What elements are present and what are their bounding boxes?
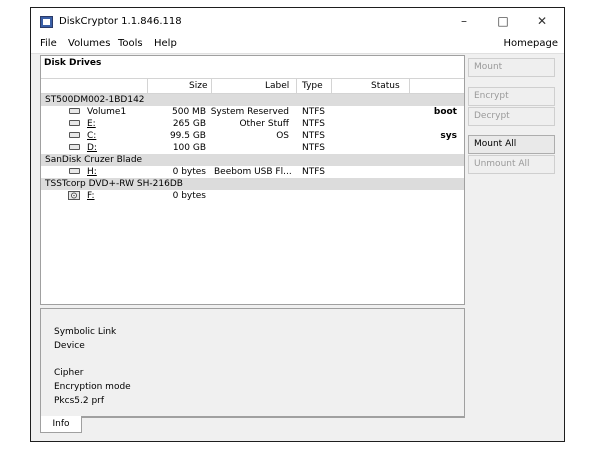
- actions-panel: Mount Encrypt Decrypt Mount All Unmount …: [468, 55, 558, 435]
- volume-status: boot: [433, 107, 457, 117]
- usb-drive-icon: [69, 168, 80, 174]
- volume-row[interactable]: D: 100 GB NTFS: [41, 142, 464, 154]
- info-symbolic-link: Symbolic Link: [54, 327, 117, 337]
- volume-size: 100 GB: [172, 143, 206, 153]
- volume-name: Volume1: [87, 107, 127, 117]
- volume-name: F:: [87, 191, 95, 201]
- volume-size: 99.5 GB: [169, 131, 206, 141]
- disk-row[interactable]: ST500DM002-1BD142: [41, 94, 464, 106]
- minimize-icon[interactable]: –: [453, 12, 475, 30]
- disk-name: SanDisk Cruzer Blade: [45, 155, 143, 165]
- column-separator: [331, 79, 332, 93]
- volume-name: D:: [87, 143, 97, 153]
- volume-label: Beebom USB Fl...: [214, 167, 292, 177]
- volume-status: sys: [440, 131, 457, 141]
- volume-row[interactable]: F: 0 bytes: [41, 190, 464, 202]
- info-device: Device: [54, 341, 85, 351]
- hard-disk-icon: [69, 108, 80, 114]
- decrypt-button[interactable]: Decrypt: [468, 107, 555, 126]
- volume-type: NTFS: [302, 131, 325, 141]
- app-window: DiskCryptor 1.1.846.118 – □ ✕ File Volum…: [30, 7, 565, 442]
- volume-label: OS: [276, 131, 289, 141]
- disk-row[interactable]: SanDisk Cruzer Blade: [41, 154, 464, 166]
- window-title: DiskCryptor 1.1.846.118: [59, 16, 182, 27]
- column-label[interactable]: Label: [265, 81, 289, 91]
- info-cipher: Cipher: [54, 368, 84, 378]
- volume-type: NTFS: [302, 107, 325, 117]
- maximize-icon[interactable]: □: [492, 12, 514, 30]
- column-separator: [296, 79, 297, 93]
- volume-row[interactable]: C: 99.5 GB OS NTFS sys: [41, 130, 464, 142]
- column-separator: [409, 79, 410, 93]
- volume-type: NTFS: [302, 167, 325, 177]
- column-separator: [211, 79, 212, 93]
- volume-name: H:: [87, 167, 97, 177]
- hard-disk-icon: [69, 132, 80, 138]
- encrypt-button[interactable]: Encrypt: [468, 87, 555, 106]
- disk-row[interactable]: TSSTcorp DVD+-RW SH-216DB: [41, 178, 464, 190]
- menu-help[interactable]: Help: [154, 38, 177, 49]
- info-pane: Symbolic Link Device Cipher Encryption m…: [40, 308, 465, 418]
- disk-drives-pane: Disk Drives Size Label Type Status ST500…: [40, 55, 465, 305]
- volume-label: Other Stuff: [239, 119, 289, 129]
- cd-drive-icon: [68, 191, 80, 200]
- pane-title: Disk Drives: [44, 58, 102, 68]
- menu-volumes[interactable]: Volumes: [68, 38, 110, 49]
- volume-size: 0 bytes: [172, 191, 206, 201]
- title-bar: DiskCryptor 1.1.846.118 – □ ✕: [31, 8, 564, 35]
- volume-type: NTFS: [302, 119, 325, 129]
- volume-row[interactable]: E: 265 GB Other Stuff NTFS: [41, 118, 464, 130]
- mount-all-button[interactable]: Mount All: [468, 135, 555, 154]
- volume-size: 0 bytes: [172, 167, 206, 177]
- column-type[interactable]: Type: [302, 81, 323, 91]
- mount-button[interactable]: Mount: [468, 58, 555, 77]
- volume-row[interactable]: H: 0 bytes Beebom USB Fl... NTFS: [41, 166, 464, 178]
- volume-size: 500 MB: [172, 107, 206, 117]
- close-icon[interactable]: ✕: [531, 12, 553, 30]
- disk-name: ST500DM002-1BD142: [45, 95, 145, 105]
- homepage-link[interactable]: Homepage: [503, 38, 558, 49]
- hard-disk-icon: [69, 120, 80, 126]
- column-size[interactable]: Size: [189, 81, 207, 91]
- volume-size: 265 GB: [172, 119, 206, 129]
- volume-name: E:: [87, 119, 96, 129]
- info-encryption-mode: Encryption mode: [54, 382, 131, 392]
- diskcryptor-logo-icon: [40, 16, 53, 28]
- volume-type: NTFS: [302, 143, 325, 153]
- column-header: Size Label Type Status: [41, 78, 464, 94]
- volume-label: System Reserved: [210, 107, 289, 117]
- volume-name: C:: [87, 131, 97, 141]
- disk-name: TSSTcorp DVD+-RW SH-216DB: [45, 179, 183, 189]
- column-separator: [147, 79, 148, 93]
- unmount-all-button[interactable]: Unmount All: [468, 155, 555, 174]
- tab-info[interactable]: Info: [40, 416, 82, 433]
- menu-file[interactable]: File: [40, 38, 57, 49]
- hard-disk-icon: [69, 144, 80, 150]
- volume-row[interactable]: Volume1 500 MB System Reserved NTFS boot: [41, 106, 464, 118]
- column-status[interactable]: Status: [371, 81, 400, 91]
- info-pkcs-prf: Pkcs5.2 prf: [54, 396, 105, 406]
- menu-bar: File Volumes Tools Help Homepage: [31, 35, 564, 54]
- menu-tools[interactable]: Tools: [118, 38, 143, 49]
- tab-divider: [82, 416, 465, 417]
